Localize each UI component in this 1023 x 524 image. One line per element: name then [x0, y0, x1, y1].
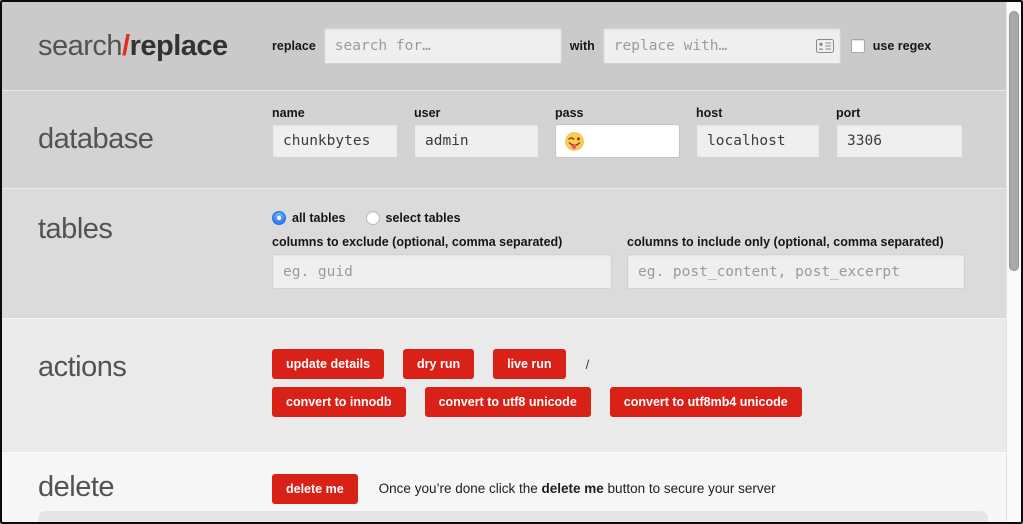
- footer-panel-peek: [38, 510, 988, 522]
- select-tables-radio-item[interactable]: select tables: [365, 211, 461, 225]
- search-for-input[interactable]: [323, 28, 562, 64]
- actions-title-area: actions: [2, 319, 272, 452]
- all-tables-label: all tables: [292, 211, 346, 225]
- db-user-label: user: [414, 106, 441, 120]
- db-name-field: name: [272, 106, 398, 158]
- exclude-columns-group: columns to exclude (optional, comma sepa…: [272, 235, 612, 289]
- include-columns-group: columns to include only (optional, comma…: [627, 235, 965, 289]
- app-title-slash: /: [122, 29, 130, 62]
- delete-title: delete: [38, 471, 115, 503]
- delete-me-button[interactable]: delete me: [272, 473, 358, 504]
- search-replace-db-app: search/replace replace with: [0, 0, 1023, 524]
- exclude-columns-input[interactable]: [272, 254, 612, 289]
- all-tables-radio-item[interactable]: all tables: [272, 211, 346, 225]
- delete-note-suffix: button to secure your server: [603, 481, 776, 496]
- section-tables: tables all tables select tables columns …: [2, 188, 1021, 318]
- delete-note-prefix: Once you’re done click the: [378, 481, 542, 496]
- convert-utf8mb4-button[interactable]: convert to utf8mb4 unicode: [609, 387, 802, 417]
- replace-with-input[interactable]: [602, 28, 841, 64]
- section-search-replace: search/replace replace with: [2, 2, 1021, 90]
- update-details-button[interactable]: update details: [272, 349, 385, 379]
- app-title: search/replace: [38, 30, 228, 63]
- tables-title-area: tables: [2, 189, 272, 318]
- convert-buttons-row: convert to innodb convert to utf8 unicod…: [272, 387, 1021, 417]
- convert-utf8-button[interactable]: convert to utf8 unicode: [424, 387, 591, 417]
- convert-innodb-button[interactable]: convert to innodb: [272, 387, 406, 417]
- vertical-scrollbar[interactable]: [1006, 2, 1021, 522]
- db-port-label: port: [836, 106, 861, 120]
- db-name-input[interactable]: [272, 124, 398, 158]
- database-title-area: database: [2, 91, 272, 188]
- db-user-field: user: [414, 106, 539, 158]
- db-host-input[interactable]: [696, 124, 820, 158]
- columns-filters: columns to exclude (optional, comma sepa…: [272, 235, 1021, 289]
- db-port-field: port: [836, 106, 963, 158]
- delete-note: Once you’re done click the delete me but…: [379, 481, 776, 496]
- include-columns-label: columns to include only (optional, comma…: [627, 235, 944, 249]
- run-separator: /: [585, 356, 590, 372]
- autofill-contact-icon[interactable]: [815, 39, 834, 53]
- use-regex-label[interactable]: use regex: [873, 39, 931, 53]
- db-port-input[interactable]: [836, 124, 963, 158]
- actions-title: actions: [38, 351, 127, 383]
- search-replace-controls: replace with use regex: [272, 2, 1021, 90]
- use-regex-checkbox[interactable]: [850, 39, 865, 53]
- with-label: with: [569, 39, 595, 53]
- select-tables-radio-icon[interactable]: [365, 211, 380, 225]
- database-title: database: [38, 123, 154, 155]
- select-tables-label: select tables: [385, 211, 461, 225]
- app-title-replace: replace: [129, 29, 229, 62]
- app-title-area: search/replace: [2, 2, 272, 90]
- db-user-input[interactable]: [414, 124, 539, 158]
- table-scope-radios: all tables select tables: [272, 211, 1021, 225]
- db-host-label: host: [696, 106, 723, 120]
- db-pass-label: pass: [555, 106, 584, 120]
- replace-label: replace: [272, 39, 316, 53]
- exclude-columns-label: columns to exclude (optional, comma sepa…: [272, 235, 563, 249]
- live-run-button[interactable]: live run: [493, 349, 566, 379]
- tables-title: tables: [38, 213, 113, 245]
- dry-run-button[interactable]: dry run: [403, 349, 475, 379]
- db-pass-wrap: [555, 124, 680, 158]
- run-buttons-row: update details dry run live run /: [272, 349, 1021, 379]
- delete-note-bold: delete me: [541, 481, 604, 496]
- tables-controls: all tables select tables columns to excl…: [272, 189, 1021, 318]
- db-name-label: name: [272, 106, 305, 120]
- section-database: database name user pass: [2, 90, 1021, 188]
- db-host-field: host: [696, 106, 820, 158]
- include-columns-input[interactable]: [627, 254, 965, 289]
- db-pass-field: pass: [555, 106, 680, 158]
- app-title-search: search: [38, 29, 123, 62]
- scrollbar-thumb[interactable]: [1009, 11, 1019, 271]
- replace-with-wrap: [602, 28, 841, 64]
- database-fields: name user pass: [272, 91, 1021, 188]
- actions-buttons: update details dry run live run / conver…: [272, 319, 1021, 452]
- section-actions: actions update details dry run live run …: [2, 318, 1021, 452]
- winking-tongue-emoji-icon: [565, 132, 584, 151]
- all-tables-radio-icon[interactable]: [272, 211, 286, 225]
